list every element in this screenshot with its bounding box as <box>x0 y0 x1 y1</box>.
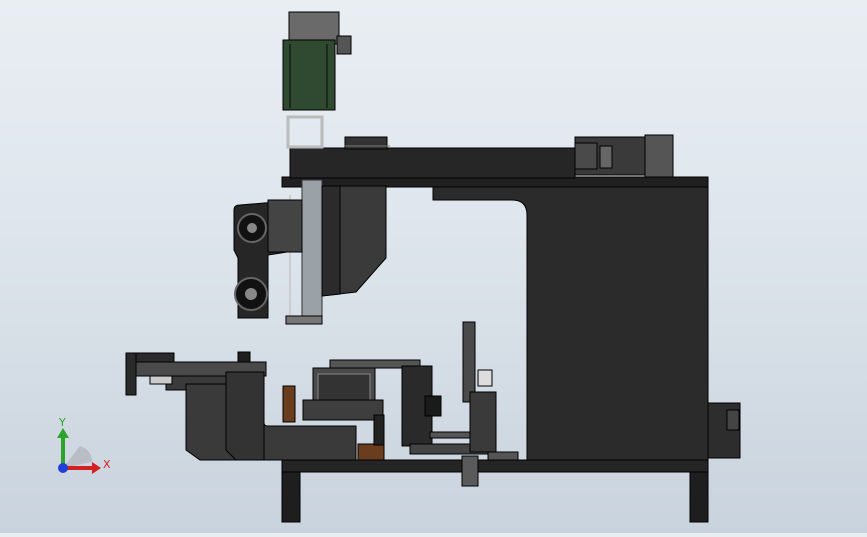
coordinate-triad: Y X <box>57 416 111 474</box>
triad-y-arrow <box>57 428 69 438</box>
base-plate <box>281 459 709 473</box>
wood-block-upper <box>282 385 296 423</box>
left-leg <box>281 469 301 523</box>
lower-roller-hub <box>245 288 257 300</box>
right-leg <box>689 469 709 523</box>
right-motor-flange <box>574 142 598 170</box>
actuator-head <box>424 395 442 417</box>
z-motor-connector <box>336 35 352 55</box>
feeder-slot <box>149 375 173 385</box>
upper-rail <box>289 147 576 179</box>
guide-lower <box>469 391 497 453</box>
feeder-front-plate <box>225 371 265 461</box>
guide-foot <box>487 451 519 461</box>
roller-arm-mount <box>267 199 303 253</box>
guide-sensor <box>477 369 493 387</box>
z-motor-top <box>288 11 340 45</box>
right-motor-coupling <box>599 145 613 169</box>
z-slide-foot <box>285 315 323 325</box>
side-junction-box-cap <box>726 409 740 431</box>
feeder-top-knob <box>237 351 251 363</box>
triad-z-shadow <box>63 446 92 468</box>
guide-column <box>462 321 476 403</box>
spindle <box>461 455 479 487</box>
z-coupling <box>286 115 324 149</box>
upper-rail-cap <box>344 136 388 150</box>
triad-x-arrow <box>92 462 101 474</box>
cad-model-view[interactable]: Y X <box>0 0 867 533</box>
triad-z-axis <box>58 463 68 473</box>
graphics-viewport[interactable]: Y X <box>0 0 867 533</box>
clamp-base <box>302 399 384 421</box>
wood-block-lower <box>357 443 385 461</box>
triad-x-label: X <box>103 458 111 471</box>
triad-y-label: Y <box>58 416 66 429</box>
hopper-inner <box>321 185 341 297</box>
z-slide-rail <box>301 179 323 325</box>
upper-roller-hub <box>247 223 257 233</box>
clamp-post <box>373 414 385 446</box>
right-motor-end <box>644 134 674 178</box>
feeder-clamp-left <box>125 352 137 396</box>
